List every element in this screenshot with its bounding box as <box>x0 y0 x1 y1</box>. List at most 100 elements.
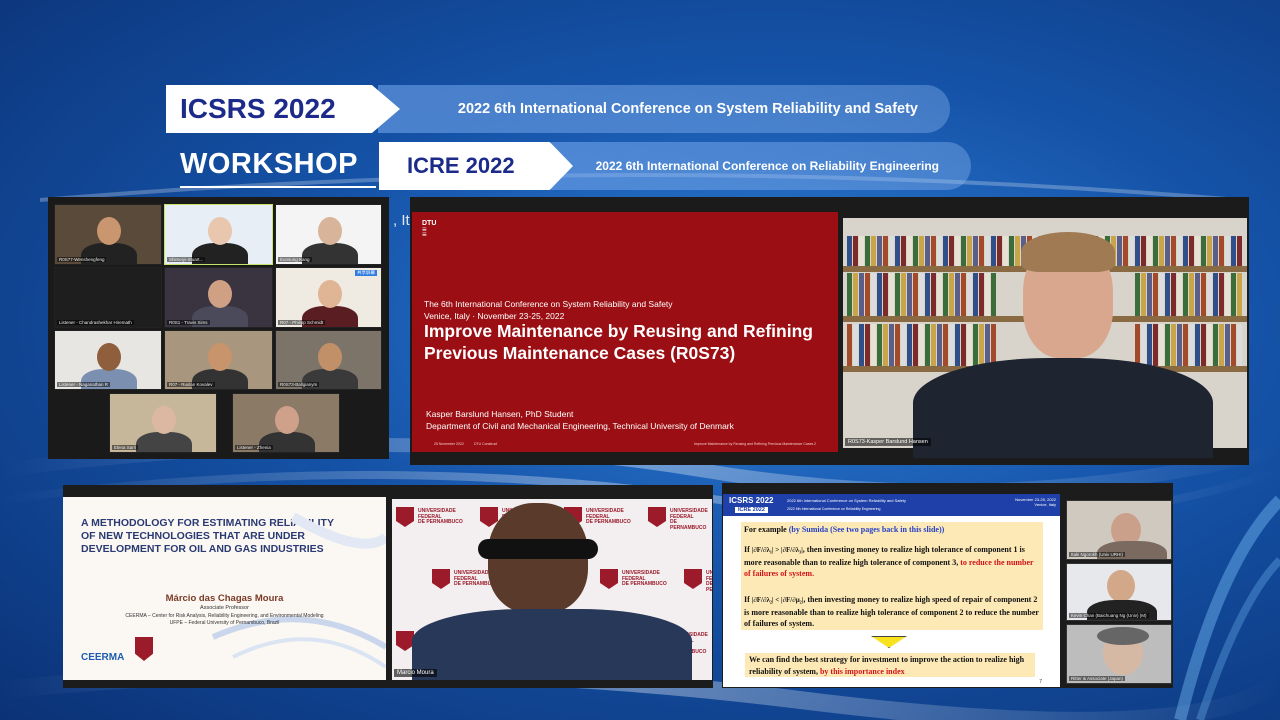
methodology-affiliation-2: UFPE – Federal University of Pernambuco,… <box>169 620 280 626</box>
book <box>1225 236 1230 266</box>
book <box>919 324 924 366</box>
book <box>1189 324 1194 366</box>
gallery-tile[interactable]: R07 - Ruslan Kovalev <box>164 330 273 390</box>
book <box>1207 273 1212 316</box>
book <box>865 324 870 366</box>
sumida-line-2-if: If <box>744 545 750 554</box>
book <box>1189 273 1194 316</box>
book <box>871 324 876 366</box>
book <box>997 236 1002 266</box>
book <box>1195 324 1200 366</box>
book <box>1147 273 1152 316</box>
book <box>967 324 972 366</box>
book <box>1003 236 1008 266</box>
book <box>889 273 894 316</box>
methodology-role: Associate Professor <box>200 605 249 611</box>
ufpe-backdrop-line: DE PERNAMBUCO <box>622 581 667 587</box>
icre-subtitle: 2022 6th International Conference on Rel… <box>551 142 971 190</box>
book <box>883 236 888 266</box>
book <box>1153 236 1158 266</box>
marcio-video[interactable]: UNIVERSIDADE FEDERAL DE PERNAMBUCO UNIVERSI… <box>392 499 712 680</box>
book <box>865 273 870 316</box>
participant-hair <box>1097 627 1149 645</box>
book <box>853 324 858 366</box>
gallery-tile[interactable]: Eunsung Kang <box>275 204 382 265</box>
methodology-affiliation-1: CEERMA – Center for Risk Analysis, Relia… <box>125 613 324 619</box>
book <box>1165 273 1170 316</box>
book <box>1231 236 1236 266</box>
book <box>1171 273 1176 316</box>
gallery-tile-name: Shimeiyi-Stuart... <box>167 257 206 262</box>
book <box>973 273 978 316</box>
gallery-tile[interactable]: R0S73-Ballgianym <box>275 330 382 390</box>
book <box>937 236 942 266</box>
kasper-video[interactable]: R0S73-Kasper Barslund Hansen <box>843 218 1247 458</box>
workshop-label: WORKSHOP <box>180 148 358 180</box>
dtu-footer-date: 25 November 2022 <box>434 442 464 446</box>
book <box>1219 324 1224 366</box>
ufpe-crest-icon <box>648 507 666 527</box>
sumida-line-1-note: (by Sumida (See two pages back in this s… <box>788 525 945 534</box>
workshop-underline <box>180 186 376 188</box>
book <box>1237 236 1242 266</box>
side-tile-1-name: Itaki Ngorokh (Univ URHI) <box>1069 552 1126 557</box>
marcio-name-tag: Marcio Moura <box>394 669 437 677</box>
book <box>961 236 966 266</box>
sumida-conclusion-highlight: by this importance index <box>819 666 905 676</box>
side-tile-1[interactable]: Itaki Ngorokh (Univ URHI) <box>1066 500 1172 560</box>
book <box>967 236 972 266</box>
book <box>1177 236 1182 266</box>
book <box>1165 236 1170 266</box>
book <box>991 324 996 366</box>
participant-face <box>207 280 232 308</box>
book <box>919 273 924 316</box>
gallery-tile[interactable]: R07 - Philipp Schmidt 共享屏幕 <box>275 267 382 328</box>
dtu-title: Improve Maintenance by Reusing and Refin… <box>424 321 813 363</box>
gallery-tile[interactable]: Listener - Chandrashekhar Hiremath <box>54 267 162 328</box>
icre-logo: ICRE 2022 <box>379 142 573 190</box>
dtu-author: Kasper Barslund Hansen, PhD Student <box>426 409 574 419</box>
book <box>1225 273 1230 316</box>
ufpe-backdrop-text: UNIVERSIDADEFEDERALDE PERNAMBUCO <box>670 508 712 531</box>
book <box>1183 324 1188 366</box>
dtu-logo: DTU ≡ ≡ <box>422 220 436 239</box>
ufpe-crest-icon <box>600 569 618 589</box>
book <box>979 324 984 366</box>
book <box>1159 324 1164 366</box>
book <box>853 273 858 316</box>
book <box>1213 273 1218 316</box>
book <box>937 273 942 316</box>
icsrs-subtitle: 2022 6th International Conference on Sys… <box>378 85 950 133</box>
book <box>931 273 936 316</box>
gallery-tile[interactable]: Elena Sarri <box>109 393 217 453</box>
dtu-footer-org: DTU Construct <box>474 442 498 446</box>
sumida-header-sublogo: ICRE 2022 <box>735 507 768 513</box>
book <box>1171 236 1176 266</box>
book <box>973 324 978 366</box>
gallery-tile[interactable]: Shimeiyi-Stuart... <box>164 204 273 265</box>
book <box>1213 324 1218 366</box>
gallery-tile[interactable]: R0S1 - Travis Sims <box>164 267 273 328</box>
book <box>859 236 864 266</box>
gallery-tile[interactable]: R0S77-Wenshengfeng <box>54 204 162 265</box>
ufpe-backdrop-text: UNIVERSIDADEFEDERALDE PERNAMBUCO <box>418 508 463 526</box>
sumida-conclusion-text: We can find the best strategy for invest… <box>749 654 1033 677</box>
participant-face <box>317 280 342 308</box>
participant-face <box>275 406 299 434</box>
sumida-line-3: If |∂F/∂λ₂| < |∂F/∂μ₂|, then investing m… <box>744 594 1040 630</box>
gallery-tile[interactable]: Listener - Naganathan R <box>54 330 162 390</box>
gallery-tile[interactable]: Listener - Zhenia <box>232 393 340 453</box>
book <box>985 236 990 266</box>
book <box>859 273 864 316</box>
book <box>889 236 894 266</box>
book <box>955 273 960 316</box>
book <box>1159 273 1164 316</box>
dtu-footer-page: 2 <box>814 442 816 446</box>
glasses-icon <box>478 539 598 559</box>
side-tile-2[interactable]: Kevin Chan (Baichuang Ng (Univ) (M) <box>1066 563 1172 621</box>
ufpe-crest-icon <box>684 569 702 589</box>
book <box>895 324 900 366</box>
sumida-header-title: 2022 6th International Conference on Sys… <box>787 498 906 503</box>
side-tile-3[interactable]: Ritter & Associate (Japan) <box>1066 624 1172 684</box>
book <box>985 273 990 316</box>
